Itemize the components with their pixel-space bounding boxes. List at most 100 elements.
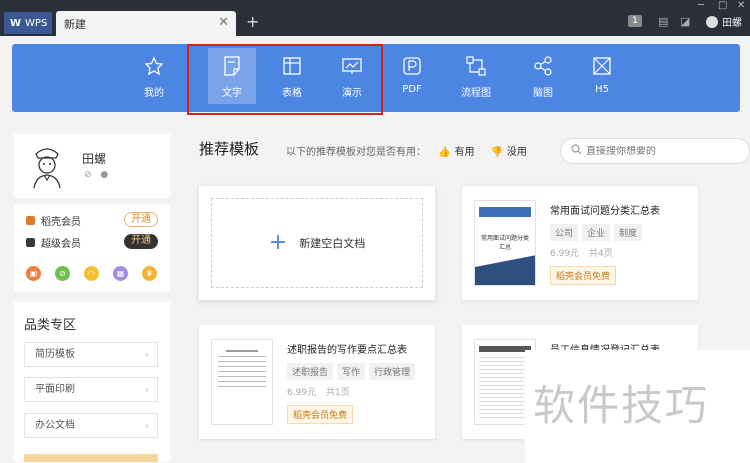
title-bar: W WPS 新建 ✕ + 1 ▤ ◪ 田螺 ─ □ ✕ — [0, 0, 750, 36]
tab-new[interactable]: 新建 ✕ — [56, 11, 236, 36]
promo-banner[interactable] — [24, 454, 158, 462]
tool-pdf[interactable]: PDF — [388, 48, 436, 104]
template-pages: 共4页 — [589, 249, 613, 259]
user-name: 田螺 — [722, 18, 742, 29]
template-meta: 6.99元 共1页 — [287, 385, 360, 398]
new-blank-document-card[interactable]: + 新建空白文档 — [199, 186, 435, 300]
benefit-icon[interactable]: ⊘ — [55, 266, 70, 281]
template-meta: 6.99元 共4页 — [550, 246, 623, 259]
template-thumbnail[interactable]: 常用面试问题分类汇总 — [474, 200, 536, 286]
chevron-right-icon: › — [144, 348, 149, 361]
tool-pdf-label: PDF — [402, 84, 422, 95]
member-free-badge: 稻壳会员免费 — [287, 405, 354, 424]
search-icon — [571, 144, 582, 158]
new-blank-document-button[interactable]: + 新建空白文档 — [211, 198, 423, 288]
thumb-header — [479, 346, 531, 352]
membership-row-super: 超级会员 — [26, 235, 81, 250]
tool-h5-label: H5 — [595, 84, 609, 95]
search-box[interactable] — [560, 138, 750, 164]
membership-card: 稻壳会员 开通 超级会员 开通 ▣ ⊘ ◠ ▦ ♛ — [14, 204, 170, 292]
thumb-shape — [475, 255, 535, 285]
wps-logo-icon: W — [10, 17, 22, 29]
feedback-no-button[interactable]: 👎 没用 — [490, 143, 530, 158]
tab-new-label: 新建 — [64, 17, 86, 31]
star-icon — [130, 48, 178, 84]
thumb-header — [479, 207, 531, 217]
new-blank-document-label: 新建空白文档 — [299, 237, 366, 250]
avatar — [706, 15, 718, 28]
thumbs-down-icon: 👎 — [490, 147, 503, 158]
avatar[interactable] — [28, 144, 66, 190]
maximize-icon[interactable]: □ — [718, 0, 727, 11]
chevron-right-icon: › — [144, 419, 149, 432]
annotation-highlight-box — [187, 44, 383, 115]
benefit-icon[interactable]: ◠ — [84, 266, 99, 281]
tag-icon: ⊘ — [84, 170, 92, 180]
mindmap-icon — [519, 48, 567, 84]
thumbs-up-icon: 👍 — [438, 147, 451, 158]
tool-mindmap[interactable]: 脑图 — [519, 48, 567, 104]
thumb-title: 常用面试问题分类汇总 — [480, 235, 529, 251]
template-price: 6.99元 — [550, 249, 580, 259]
crown-icon[interactable]: ♛ — [142, 266, 157, 281]
template-tag[interactable]: 制度 — [614, 224, 643, 241]
template-tag[interactable]: 公司 — [550, 224, 579, 241]
tool-mine[interactable]: 我的 — [130, 48, 178, 104]
category-item-print[interactable]: 平面印刷 › — [24, 377, 158, 402]
feedback-no-label: 没用 — [506, 147, 527, 158]
user-menu[interactable]: 田螺 — [706, 14, 742, 29]
flowchart-icon — [452, 48, 500, 84]
category-item-office[interactable]: 办公文档 › — [24, 413, 158, 438]
feedback-prompt: 以下的推荐模板对您是否有用： 👍 有用 👎 没用 — [286, 143, 535, 158]
vip-icon: ● — [100, 170, 109, 180]
feedback-yes-button[interactable]: 👍 有用 — [438, 143, 478, 158]
plus-icon: + — [268, 230, 288, 255]
category-item-label: 平面印刷 — [35, 384, 75, 395]
profile-card: 田螺 ⊘ ● — [14, 134, 170, 198]
tab-count-badge[interactable]: 1 — [628, 15, 642, 27]
template-tag[interactable]: 述职报告 — [287, 363, 334, 380]
h5-icon — [578, 48, 626, 84]
category-card: 品类专区 简历模板 › 平面印刷 › 办公文档 › — [14, 302, 170, 462]
activate-daoke-button[interactable]: 开通 — [124, 212, 158, 227]
activate-super-button[interactable]: 开通 — [124, 234, 158, 249]
page-title: 推荐模板 — [199, 140, 260, 158]
super-member-icon — [26, 238, 35, 247]
membership-row-daoke: 稻壳会员 — [26, 213, 81, 228]
tool-h5[interactable]: H5 — [578, 48, 626, 104]
tool-flowchart[interactable]: 流程图 — [452, 48, 500, 104]
tool-flowchart-label: 流程图 — [461, 88, 491, 99]
new-tab-icon[interactable]: + — [246, 12, 259, 31]
template-card[interactable]: 述职报告的写作要点汇总表 述职报告 写作 行政管理 6.99元 共1页 稻壳会员… — [199, 325, 435, 439]
template-tag[interactable]: 企业 — [582, 224, 611, 241]
tool-mindmap-label: 脑图 — [533, 88, 553, 99]
tool-mine-label: 我的 — [144, 88, 164, 99]
membership-label: 稻壳会员 — [41, 217, 81, 228]
minimize-icon[interactable]: ─ — [698, 0, 704, 11]
skin-icon[interactable]: ◪ — [680, 15, 690, 28]
benefit-icon[interactable]: ▣ — [26, 266, 41, 281]
left-panel: 田螺 ⊘ ● 稻壳会员 开通 超级会员 开通 ▣ ⊘ ◠ ▦ ♛ 品类专区 简历… — [14, 134, 170, 462]
benefit-icon[interactable]: ▦ — [113, 266, 128, 281]
feedback-yes-label: 有用 — [454, 147, 475, 158]
member-free-badge: 稻壳会员免费 — [550, 266, 617, 285]
close-icon[interactable]: ✕ — [218, 15, 229, 30]
template-tag[interactable]: 行政管理 — [369, 363, 416, 380]
template-title: 常用面试问题分类汇总表 — [550, 206, 660, 217]
template-tags: 述职报告 写作 行政管理 — [287, 363, 419, 380]
tab-wps[interactable]: W WPS — [4, 12, 52, 34]
window-close-icon[interactable]: ✕ — [737, 0, 745, 11]
daoke-member-icon — [26, 216, 35, 225]
watermark-text: 软件技巧 — [533, 381, 710, 430]
thumb-grid — [479, 354, 531, 418]
category-item-resume[interactable]: 简历模板 › — [24, 342, 158, 367]
template-card[interactable]: 常用面试问题分类汇总 常用面试问题分类汇总表 公司 企业 制度 6.99元 共4… — [462, 186, 698, 300]
template-tags: 公司 企业 制度 — [550, 224, 646, 241]
template-thumbnail[interactable] — [211, 339, 273, 425]
category-title: 品类专区 — [24, 318, 77, 333]
category-item-label: 办公文档 — [35, 420, 75, 431]
template-pages: 共1页 — [326, 388, 350, 398]
search-input[interactable] — [586, 145, 736, 157]
template-tag[interactable]: 写作 — [337, 363, 366, 380]
document-view-icon[interactable]: ▤ — [658, 15, 668, 28]
